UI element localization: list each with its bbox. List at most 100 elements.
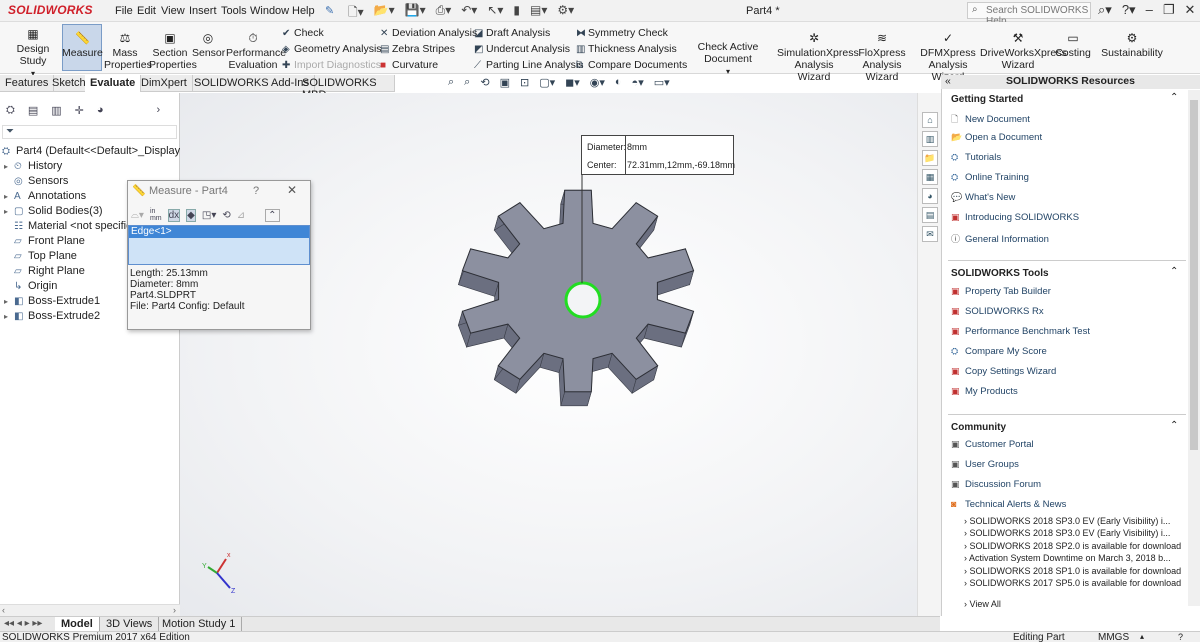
home-icon[interactable]: ⌂ (922, 112, 938, 128)
design-study-button[interactable]: ▦ Design Study ▾ (4, 28, 62, 80)
arc-circle-measurement-icon[interactable]: ⌓▾ (131, 210, 144, 221)
tab-model[interactable]: Model (55, 617, 100, 632)
sensor-button[interactable]: ◎ Sensor (192, 32, 225, 60)
driveworksxpress-button[interactable]: ⚒ DriveWorksXpress Wizard (980, 32, 1067, 72)
link-compare-my-score[interactable]: ⛭ Compare My Score (951, 346, 1047, 357)
gear-model[interactable]: x Y Z (180, 93, 917, 616)
appearances-icon[interactable]: ◕ (922, 188, 938, 204)
check-button[interactable]: ✔ Check (282, 27, 324, 40)
restore-icon[interactable]: ❐ (1163, 2, 1175, 18)
search-icon[interactable]: ⌕▾ (1098, 2, 1112, 18)
task-pane-scrollbar[interactable] (1188, 90, 1200, 606)
menu-edit[interactable]: Edit (137, 5, 156, 17)
feature-manager-hscrollbar[interactable]: ‹ › (0, 604, 180, 616)
configuration-manager-icon[interactable]: ▥ (51, 104, 61, 122)
previous-view-icon[interactable]: ⟲ (480, 76, 489, 89)
undo-icon[interactable]: ↶▾ (461, 3, 477, 19)
measure-history-icon[interactable]: ⟲ (222, 210, 230, 221)
tree-item-solid-bodies[interactable]: ▸ ▢ Solid Bodies(3) (4, 205, 103, 217)
zoom-to-fit-icon[interactable]: ⌕ (448, 76, 454, 89)
section-view-icon[interactable]: ▣ (500, 76, 510, 89)
point-to-point-icon[interactable]: ◆ (186, 208, 196, 222)
scroll-left-icon[interactable]: ◂◂ ◂ ▸ ▸▸ (4, 618, 42, 629)
units-precision-icon[interactable]: in mm (150, 208, 162, 222)
link-introducing-solidworks[interactable]: ▣ Introducing SOLIDWORKS (951, 212, 1079, 223)
menu-tools[interactable]: Tools (221, 5, 247, 17)
tree-item-right-plane[interactable]: ▱ Right Plane (4, 265, 85, 277)
link-online-training[interactable]: ⛭ Online Training (951, 172, 1029, 183)
selected-hole-edge[interactable] (564, 281, 602, 319)
select-icon[interactable]: ↖▾ (487, 3, 503, 19)
view-palette-icon[interactable]: ▦ (922, 169, 938, 185)
close-icon[interactable]: ✕ (287, 183, 297, 197)
parting-line-analysis-button[interactable]: ⟋ Parting Line Analysis (474, 59, 583, 72)
help-search-input[interactable]: ⌕Search SOLIDWORKS Help (967, 2, 1091, 27)
create-sensor-icon[interactable]: ⊿ (237, 210, 245, 221)
units-dropdown-icon[interactable]: ▴ (1140, 632, 1144, 641)
tab-motion-study-1[interactable]: Motion Study 1 (156, 617, 243, 632)
open-icon[interactable]: 📂▾ (374, 3, 395, 19)
link-whats-new[interactable]: 💬 What's New (951, 192, 1015, 203)
tree-item-sensors[interactable]: ◎ Sensors (4, 175, 68, 187)
expand-icon[interactable]: ▸ (4, 207, 14, 216)
news-item[interactable]: › Activation System Downtime on March 3,… (964, 553, 1171, 563)
selected-item[interactable]: Edge<1> (129, 226, 309, 238)
display-style-icon[interactable]: ◼▾ (565, 76, 580, 89)
solidworks-logo[interactable]: SOLIDWORKS (8, 3, 93, 17)
forum-icon[interactable]: ✉ (922, 226, 938, 242)
import-diagnostics-button[interactable]: ✚ Import Diagnostics (282, 59, 381, 72)
tree-item-top-plane[interactable]: ▱ Top Plane (4, 250, 77, 262)
new-document-icon[interactable]: 🗋▾ (348, 3, 364, 19)
sustainability-button[interactable]: ⚙ Sustainability (1098, 32, 1166, 60)
status-units[interactable]: MMGS (1098, 632, 1129, 643)
link-copy-settings-wizard[interactable]: ▣ Copy Settings Wizard (951, 366, 1056, 377)
compare-documents-button[interactable]: ⧉ Compare Documents (576, 59, 687, 72)
link-performance-benchmark[interactable]: ▣ Performance Benchmark Test (951, 326, 1090, 337)
section-properties-button[interactable]: ▣ Section Properties (149, 32, 197, 72)
tree-filter[interactable]: ⏷ (2, 125, 177, 139)
link-user-groups[interactable]: ▣ User Groups (951, 459, 1019, 470)
menu-view[interactable]: View (161, 5, 185, 17)
help-status-icon[interactable]: ? (1178, 632, 1183, 642)
expand-icon[interactable]: ▸ (4, 312, 14, 321)
news-item[interactable]: › SOLIDWORKS 2017 SP5.0 is available for… (964, 578, 1181, 588)
graphics-area[interactable]: x Y Z (180, 93, 917, 616)
menu-window[interactable]: Window (250, 5, 289, 17)
simulationxpress-button[interactable]: ✲ SimulationXpress Analysis Wizard (777, 32, 859, 84)
link-tutorials[interactable]: ⛭ Tutorials (951, 152, 1001, 163)
news-item[interactable]: › SOLIDWORKS 2018 SP3.0 EV (Early Visibi… (964, 516, 1170, 526)
undercut-analysis-button[interactable]: ◩ Undercut Analysis (474, 43, 570, 56)
menu-file[interactable]: File (115, 5, 133, 17)
zebra-stripes-button[interactable]: ▤ Zebra Stripes (380, 43, 455, 56)
measure-selection-box[interactable]: Edge<1> (128, 225, 310, 265)
save-icon[interactable]: 💾▾ (405, 3, 426, 19)
link-open-document[interactable]: 📂 Open a Document (951, 132, 1042, 143)
collapse-getting-started-icon[interactable]: ⌃ (1170, 92, 1178, 103)
custom-properties-icon[interactable]: ▤ (922, 207, 938, 223)
costing-button[interactable]: ▭ Costing (1053, 32, 1093, 60)
floxpress-button[interactable]: ≋ FloXpress Analysis Wizard (851, 32, 913, 84)
geometry-analysis-button[interactable]: ◈ Geometry Analysis (282, 43, 382, 56)
options-icon[interactable]: ⚙▾ (557, 3, 574, 19)
expand-icon[interactable]: ▸ (4, 162, 14, 171)
design-library-icon[interactable]: ▥ (922, 131, 938, 147)
apply-scene-icon[interactable]: ◓▾ (632, 76, 644, 89)
expand-icon[interactable]: ▸ (4, 297, 14, 306)
close-icon[interactable]: ✕ (1184, 2, 1195, 18)
help-icon[interactable]: ?▾ (1122, 2, 1136, 18)
draft-analysis-button[interactable]: ◪ Draft Analysis (474, 27, 550, 40)
symmetry-check-button[interactable]: ⧓ Symmetry Check (576, 27, 668, 40)
feature-manager-icon[interactable]: ⛭ (6, 104, 15, 122)
edit-appearance-icon[interactable]: ◐ (615, 76, 622, 89)
link-solidworks-rx[interactable]: ▣ SOLIDWORKS Rx (951, 306, 1044, 317)
rebuild-icon[interactable]: ▮ (513, 3, 520, 19)
collapse-pane-icon[interactable]: « (945, 75, 951, 87)
chevron-right-icon[interactable]: › (157, 104, 161, 122)
zoom-area-icon[interactable]: ⌕ (464, 76, 470, 89)
tree-item-history[interactable]: ▸ ⏲ History (4, 160, 62, 172)
dynamic-annotation-icon[interactable]: ⊡ (520, 76, 529, 89)
curvature-button[interactable]: ■ Curvature (380, 59, 438, 72)
dimxpert-manager-icon[interactable]: ✛ (75, 104, 84, 122)
view-settings-icon[interactable]: ▭▾ (654, 76, 670, 89)
file-properties-icon[interactable]: ▤▾ (530, 3, 547, 19)
